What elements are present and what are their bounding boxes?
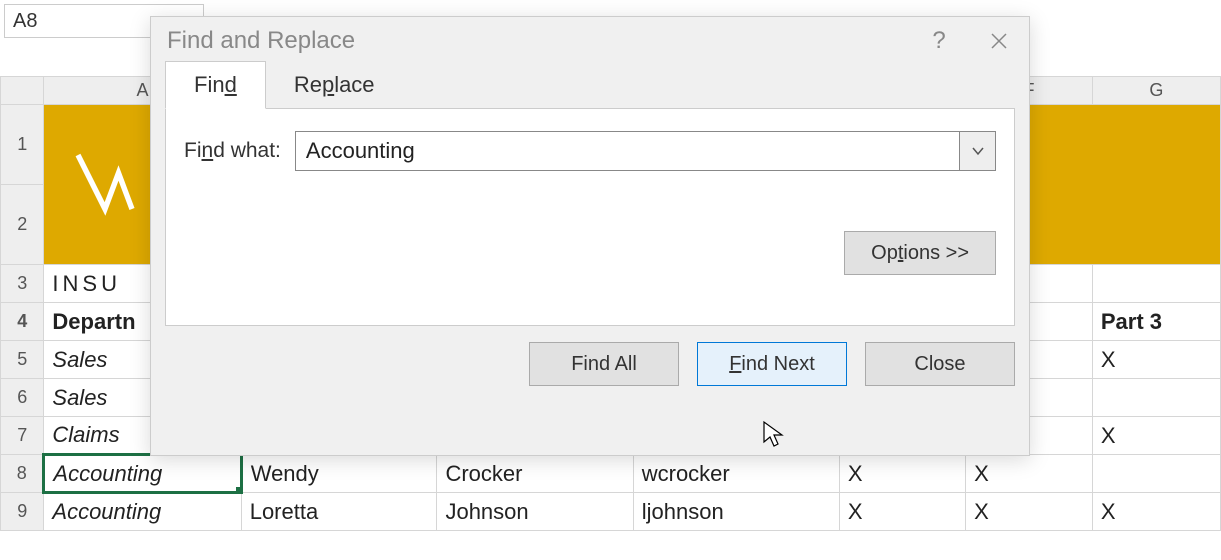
row-header-8[interactable]: 8	[1, 455, 44, 493]
cell[interactable]: X	[1092, 341, 1220, 379]
row-header-1[interactable]: 1	[1, 105, 44, 185]
cell[interactable]: wcrocker	[633, 455, 839, 493]
find-what-combo	[295, 131, 996, 171]
cell[interactable]: X	[1092, 493, 1220, 531]
select-all-corner[interactable]	[1, 77, 44, 105]
tab-find[interactable]: Find	[165, 61, 266, 109]
cell[interactable]	[1092, 265, 1220, 303]
help-icon[interactable]: ?	[925, 27, 953, 55]
close-button[interactable]: Close	[865, 342, 1015, 386]
dialog-tabs: Find Replace	[165, 61, 1015, 109]
header-cell-part3[interactable]: Part 3	[1092, 303, 1220, 341]
cell[interactable]	[1092, 455, 1220, 493]
col-header-g[interactable]: G	[1092, 77, 1220, 105]
dialog-titlebar[interactable]: Find and Replace ?	[151, 17, 1029, 61]
find-next-button[interactable]: Find Next	[697, 342, 847, 386]
cell[interactable]	[1092, 379, 1220, 417]
row-header-4[interactable]: 4	[1, 303, 44, 341]
row-header-6[interactable]: 6	[1, 379, 44, 417]
cell[interactable]: Accounting	[44, 493, 241, 531]
cell[interactable]: X	[966, 455, 1093, 493]
dialog-body: Find what: Options >>	[165, 109, 1015, 326]
cell[interactable]: Wendy	[241, 455, 437, 493]
chevron-down-icon[interactable]	[959, 132, 995, 170]
row-header-9[interactable]: 9	[1, 493, 44, 531]
row-header-3[interactable]: 3	[1, 265, 44, 303]
cell[interactable]: ljohnson	[633, 493, 839, 531]
row-header-5[interactable]: 5	[1, 341, 44, 379]
cell[interactable]: Crocker	[437, 455, 633, 493]
cell[interactable]: X	[966, 493, 1093, 531]
cell[interactable]: X	[839, 455, 965, 493]
find-what-label: Find what:	[184, 139, 281, 163]
row-header-2[interactable]: 2	[1, 185, 44, 265]
cell[interactable]: X	[839, 493, 965, 531]
close-icon[interactable]	[985, 27, 1013, 55]
row-header-7[interactable]: 7	[1, 417, 44, 455]
find-what-input[interactable]	[296, 132, 959, 170]
tab-replace[interactable]: Replace	[266, 61, 403, 108]
find-replace-dialog: Find and Replace ? Find Replace Find wha…	[150, 16, 1030, 456]
find-all-button[interactable]: Find All	[529, 342, 679, 386]
logo-icon	[60, 137, 150, 227]
cell-selected[interactable]: Accounting	[44, 455, 241, 493]
cell[interactable]: Johnson	[437, 493, 633, 531]
cell[interactable]: X	[1092, 417, 1220, 455]
cell[interactable]: Loretta	[241, 493, 437, 531]
options-button[interactable]: Options >>	[844, 231, 996, 275]
dialog-title: Find and Replace	[167, 27, 355, 55]
